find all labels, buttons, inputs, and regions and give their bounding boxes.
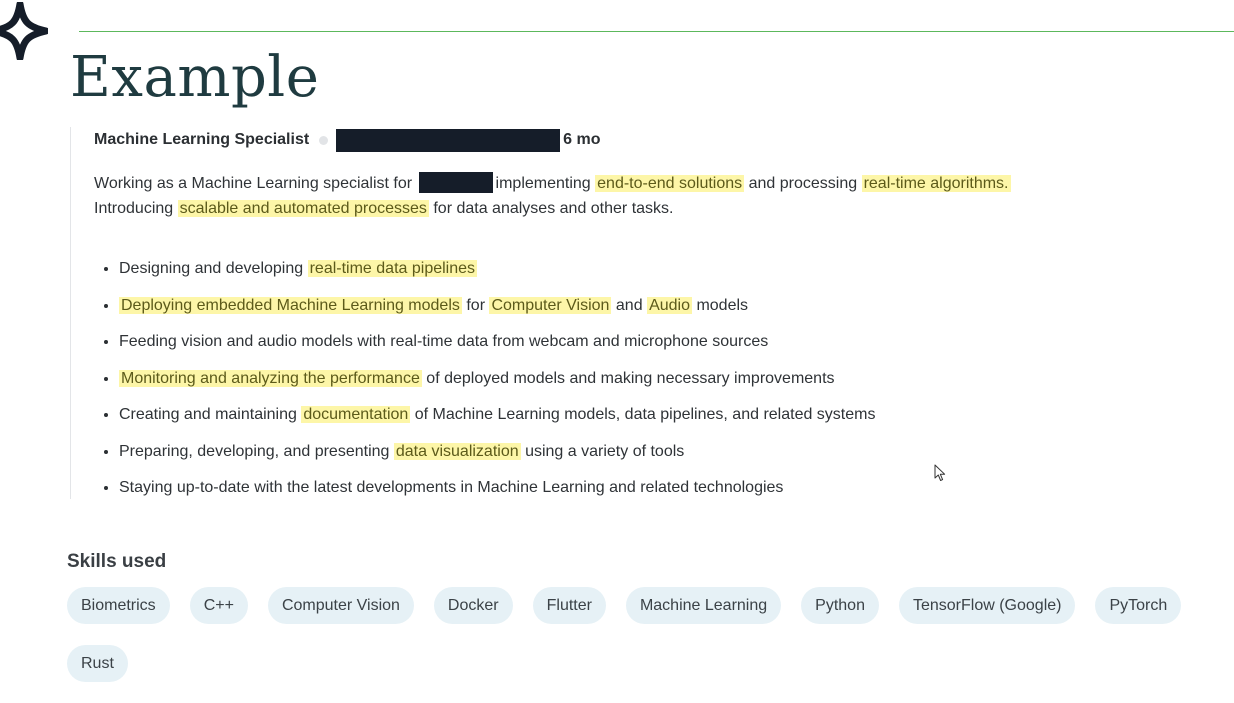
highlighted-phrase: documentation [301, 406, 411, 423]
responsibility-list: Designing and developing real-time data … [94, 257, 875, 513]
bullet-text: of Machine Learning models, data pipelin… [414, 406, 876, 423]
description-text: for data analyses and other tasks. [433, 200, 674, 217]
description-text: Introducing [94, 200, 174, 217]
bullet-text: models [696, 296, 749, 314]
four-point-star-logo-icon [0, 2, 48, 60]
bullet-text: and [615, 296, 643, 314]
description-text: and processing [748, 175, 858, 192]
skill-chip-machine-learning[interactable]: Machine Learning [625, 587, 782, 624]
skills-heading: Skills used [67, 551, 167, 572]
list-item: Staying up-to-date with the latest devel… [119, 476, 875, 513]
separator-dot [319, 135, 329, 145]
list-item: Monitoring and analyzing the performance… [119, 367, 875, 404]
highlighted-phrase: real-time data pipelines [307, 260, 478, 277]
bullet-text: Designing and developing [119, 260, 304, 277]
job-description: Working as a Machine Learning specialist… [94, 171, 1134, 221]
slide-title: Example [70, 45, 320, 110]
bullet-text: Creating and maintaining [119, 406, 297, 423]
list-item: Creating and maintaining documentation o… [119, 403, 875, 440]
mouse-pointer-icon [934, 464, 946, 481]
skill-chip-python[interactable]: Python [801, 587, 879, 624]
job-role: Machine Learning Specialist [94, 131, 310, 148]
redacted-company-name [336, 128, 561, 152]
description-text: implementing [495, 175, 591, 192]
skill-chip-rust[interactable]: Rust [67, 645, 128, 682]
skill-chip-pytorch[interactable]: PyTorch [1095, 587, 1182, 624]
highlighted-phrase: Audio [647, 296, 692, 314]
top-divider [79, 31, 1234, 32]
bullet-text: Feeding vision and audio models with rea… [119, 333, 769, 350]
skill-chip-biometrics[interactable]: Biometrics [67, 587, 170, 624]
skill-chip-docker[interactable]: Docker [433, 587, 513, 624]
redacted-company-inline [418, 172, 493, 193]
skill-chip-tensorflow[interactable]: TensorFlow (Google) [898, 587, 1076, 624]
bullet-text: Preparing, developing, and presenting [119, 442, 390, 460]
highlighted-phrase: Computer Vision [489, 296, 612, 314]
highlighted-phrase: data visualization [393, 442, 521, 460]
list-item: Designing and developing real-time data … [119, 257, 875, 294]
highlighted-phrase: scalable and automated processes [177, 200, 429, 217]
highlighted-phrase: end-to-end solutions [595, 175, 745, 192]
bullet-text: using a variety of tools [525, 442, 685, 460]
highlighted-phrase: Monitoring and analyzing the performance [119, 369, 422, 387]
bullet-text: for [466, 296, 486, 314]
description-text: Working as a Machine Learning specialist… [94, 175, 413, 192]
skills-chip-list: Biometrics C++ Computer Vision Docker Fl… [67, 587, 1187, 682]
list-item: Deploying embedded Machine Learning mode… [119, 294, 875, 331]
skill-chip-cpp[interactable]: C++ [189, 587, 248, 624]
bullet-text: of deployed models and making necessary … [426, 369, 835, 387]
highlighted-phrase: real-time algorithms. [861, 175, 1011, 192]
list-item: Preparing, developing, and presenting da… [119, 440, 875, 477]
skill-chip-computer-vision[interactable]: Computer Vision [267, 587, 414, 624]
bullet-text: Staying up-to-date with the latest devel… [119, 479, 784, 496]
highlighted-phrase: Deploying embedded Machine Learning mode… [119, 296, 462, 314]
job-header: Machine Learning Specialist 6 mo [94, 128, 601, 152]
experience-entry: Machine Learning Specialist 6 mo Working… [70, 127, 1151, 499]
list-item: Feeding vision and audio models with rea… [119, 330, 875, 367]
job-duration: 6 mo [563, 131, 601, 148]
skill-chip-flutter[interactable]: Flutter [532, 587, 606, 624]
